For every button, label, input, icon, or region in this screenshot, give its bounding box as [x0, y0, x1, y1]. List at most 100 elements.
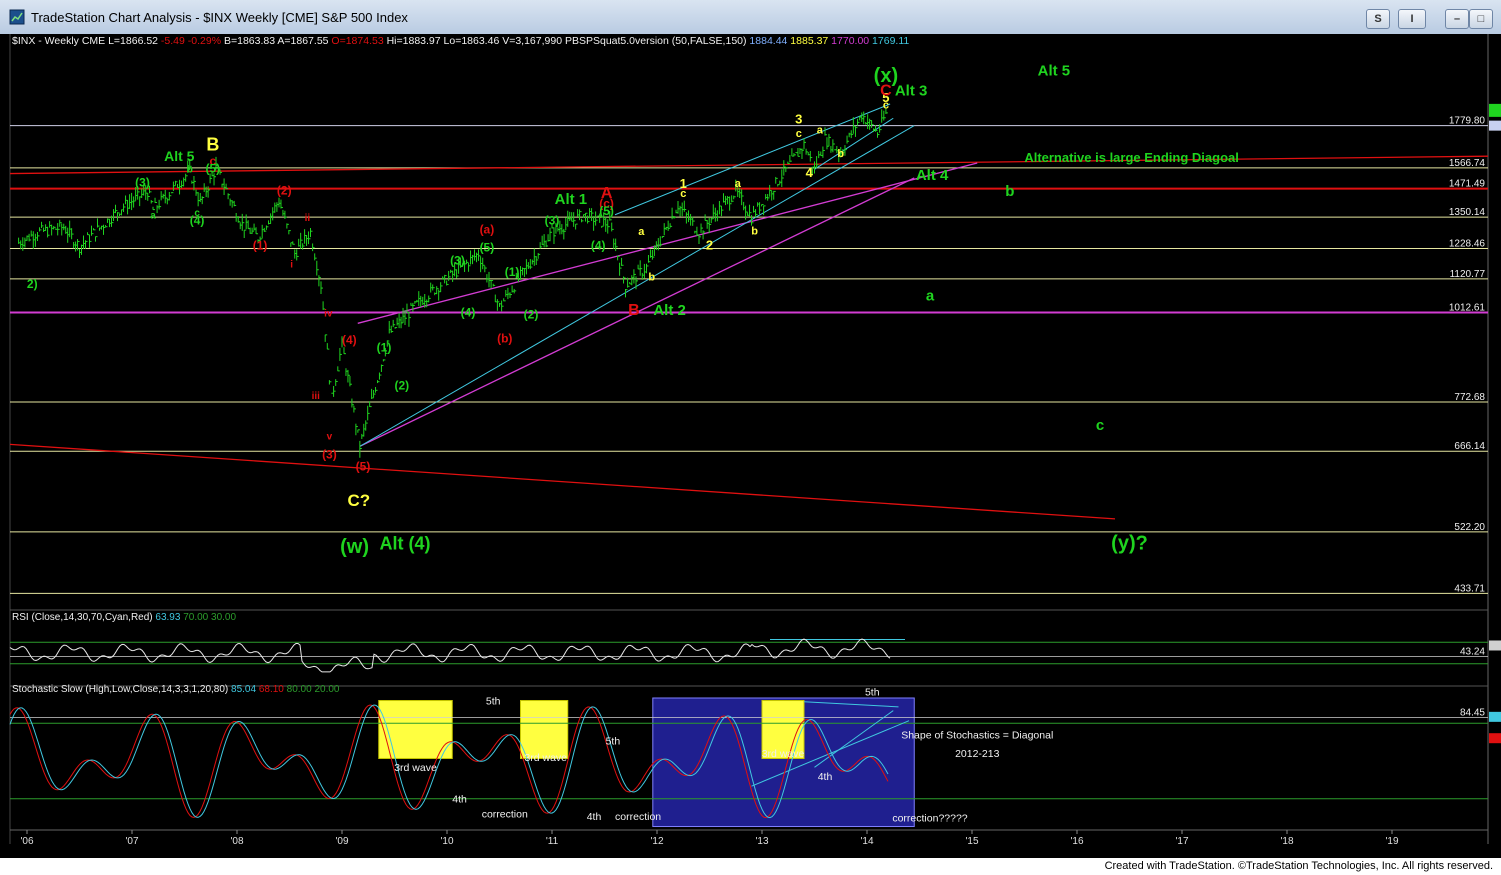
rsi-line	[9, 638, 891, 673]
wave-label: b	[1005, 183, 1014, 200]
time-axis-label: '11	[546, 836, 559, 847]
header-field: V=3,167,990	[502, 35, 565, 47]
chart-area[interactable]: $INX - Weekly CME L=1866.52 -5.49 -0.29%…	[0, 34, 1501, 858]
header-field: 1770.00	[831, 35, 872, 47]
header-field: 1769.11	[872, 35, 909, 47]
wave-label: b	[187, 165, 193, 176]
last-price-marker	[1489, 103, 1501, 117]
wave-label: (3)	[135, 176, 150, 190]
time-axis-label: '10	[440, 836, 453, 847]
wave-label: (5)	[206, 162, 221, 176]
copyright-text: Created with TradeStation. ©TradeStation…	[1104, 860, 1493, 872]
rsi-legend-field: 70.00	[183, 612, 211, 623]
stochastic-annotation: 5th	[865, 686, 880, 698]
price-level-label: 522.20	[1454, 522, 1485, 533]
price-level-label: 1471.49	[1449, 179, 1486, 190]
wave-label: c	[796, 128, 802, 140]
wave-label: (3)	[545, 214, 560, 228]
wave-label: (3)	[450, 254, 465, 268]
wave-label: C?	[347, 491, 370, 510]
wave-label: 3	[795, 112, 802, 127]
stochastic-annotation: 2012-213	[955, 748, 1000, 760]
header-field: Lo=1863.46	[444, 35, 503, 47]
wave-label: (2)	[524, 307, 539, 321]
window-titlebar: TradeStation Chart Analysis - $INX Weekl…	[0, 0, 1501, 35]
time-axis-label: '18	[1280, 836, 1293, 847]
wave-label: Alt (4)	[380, 534, 431, 554]
wave-label: i	[290, 259, 293, 270]
rsi-legend-field: 63.93	[155, 612, 183, 623]
wave-label: (2)	[395, 379, 410, 393]
price-level-label: 666.14	[1454, 441, 1485, 452]
price-level-label: 1350.14	[1449, 207, 1486, 218]
long-trendline-upper	[9, 155, 1489, 175]
channel-cyan-a	[359, 125, 915, 447]
wave-label: 4	[806, 165, 814, 180]
wave-label: 2)	[27, 277, 38, 291]
stochastic-legend-field: 85.04	[231, 684, 259, 695]
wave-label: a	[638, 226, 645, 238]
header-field: $INX - Weekly CME	[12, 35, 108, 47]
wave-label: c	[1096, 417, 1104, 434]
stochastic-annotation: 4th	[452, 794, 467, 806]
stochastic-annotation: 3rd wave	[762, 748, 805, 760]
stochastic-annotation: Shape of Stochastics = Diagonal	[901, 729, 1053, 741]
wave-label: b	[751, 225, 758, 237]
header-field: 1885.37	[790, 35, 831, 47]
symbol-link-button[interactable]: S	[1366, 9, 1390, 29]
time-axis-label: '12	[650, 836, 663, 847]
stochastic-legend-field: 80.00	[287, 684, 315, 695]
time-axis-label: '06	[20, 836, 33, 847]
wave-label: (4)	[591, 238, 606, 252]
wave-label: (1)	[377, 341, 392, 355]
time-axis-label: '13	[755, 836, 768, 847]
time-axis-label: '15	[965, 836, 978, 847]
wave-label: Alt 1	[555, 191, 588, 208]
wave-label: (y)?	[1111, 533, 1148, 555]
wave-label: (4)	[342, 333, 357, 347]
wave-label: (a)	[480, 223, 495, 237]
tradestation-app-icon	[9, 9, 25, 25]
wave-label: (5)	[599, 204, 614, 218]
wave-label: Alt 4	[916, 167, 949, 184]
chart-canvas[interactable]: $INX - Weekly CME L=1866.52 -5.49 -0.29%…	[0, 34, 1501, 858]
price-level-label: 1228.46	[1449, 238, 1486, 249]
minimize-button[interactable]: –	[1445, 9, 1469, 29]
wave-label: iv	[324, 309, 333, 320]
wave-label: (3)	[322, 447, 337, 461]
stochastic-annotation: 5th	[606, 736, 621, 748]
price-level-label: 1779.80	[1449, 116, 1486, 127]
price-level-label: 1012.61	[1449, 302, 1486, 313]
wave-label: (1)	[253, 238, 268, 252]
interval-link-button[interactable]: I	[1398, 9, 1426, 29]
wave-label: B	[206, 135, 219, 155]
time-axis-label: '16	[1070, 836, 1083, 847]
wave-label: a	[735, 178, 742, 190]
wave-label: B	[628, 302, 640, 319]
rsi-value-marker	[1489, 640, 1501, 651]
wave-label: 2	[706, 237, 713, 252]
wave-label: b	[837, 148, 844, 160]
time-axis-label: '19	[1385, 836, 1398, 847]
chart-header-legend: $INX - Weekly CME L=1866.52 -5.49 -0.29%…	[12, 35, 909, 47]
stochastic-annotation: correction	[615, 811, 661, 823]
wave-label: Alt 5	[164, 148, 195, 164]
wave-label: Alt 5	[1038, 63, 1071, 80]
wave-label: (w)	[340, 536, 369, 558]
time-axis-label: '17	[1175, 836, 1188, 847]
stochastic-annotation: 3rd wave	[524, 752, 567, 764]
wave-label: (5)	[356, 460, 371, 474]
footer: Created with TradeStation. ©TradeStation…	[0, 858, 1501, 875]
time-axis-label: '09	[335, 836, 348, 847]
stochastic-k-marker	[1489, 711, 1501, 722]
header-field: L=1866.52	[108, 35, 161, 47]
wave-label: Alt 3	[895, 82, 928, 99]
wave-label: a	[817, 125, 824, 137]
header-field: PBSPSquat5.0version (50,FALSE,150)	[565, 35, 749, 47]
stochastic-legend: Stochastic Slow (High,Low,Close,14,3,3,1…	[12, 684, 340, 695]
stochastic-annotation: correction?????	[892, 812, 967, 824]
wave-label: (2)	[277, 184, 292, 198]
maximize-button[interactable]: □	[1469, 9, 1493, 29]
wave-label: b	[648, 272, 655, 284]
header-field: Hi=1883.97	[387, 35, 444, 47]
